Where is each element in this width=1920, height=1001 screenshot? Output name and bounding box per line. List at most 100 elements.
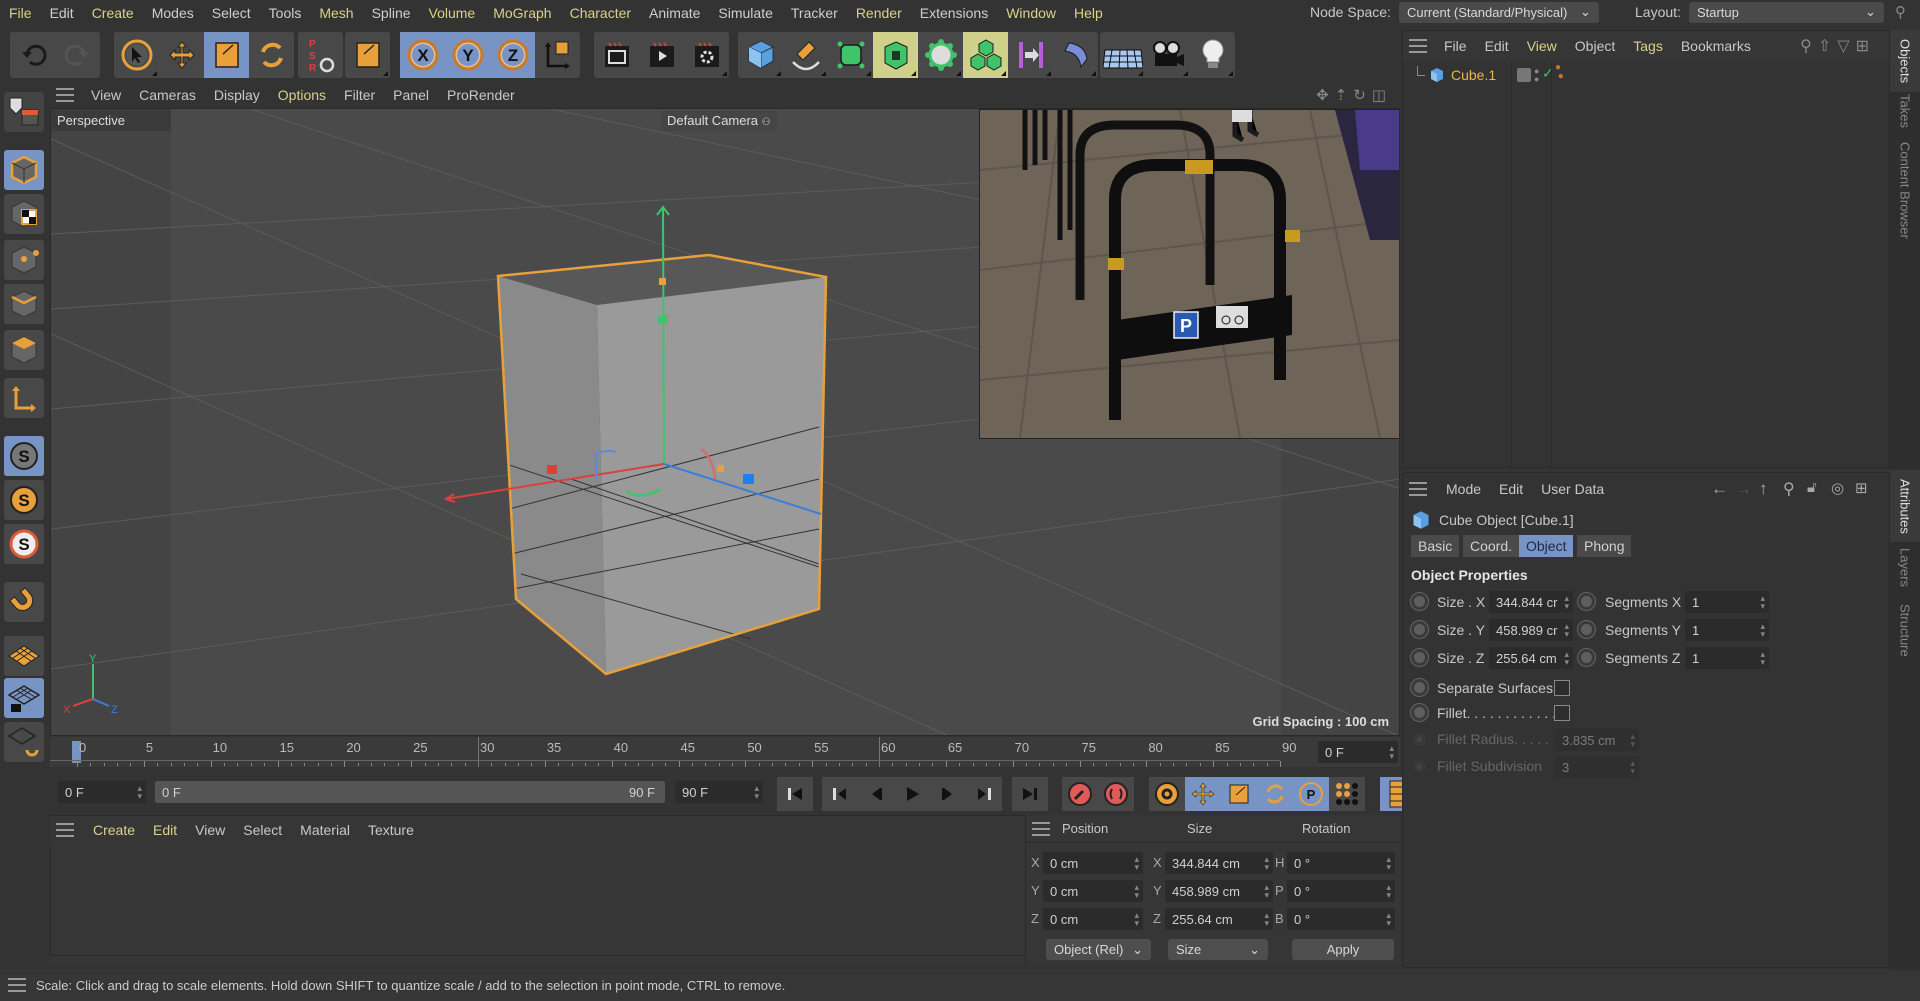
side-tab-takes[interactable]: Takes (1890, 92, 1920, 130)
animation-radio-icon[interactable] (1411, 621, 1428, 638)
spinner-icon[interactable]: ▴ ▾ (1760, 650, 1765, 667)
frame-range-slider[interactable]: 0 F 90 F (155, 781, 665, 803)
node-space-dropdown[interactable]: Current (Standard/Physical) ⌄ (1398, 1, 1599, 23)
tab-object[interactable]: Object (1519, 535, 1574, 557)
animation-radio-icon[interactable] (1578, 593, 1595, 610)
go-to-end-icon[interactable] (1012, 777, 1048, 811)
polygons-mode-icon[interactable] (4, 330, 44, 370)
viewport-menu-display[interactable]: Display (205, 87, 269, 103)
floor-icon[interactable] (1100, 32, 1145, 78)
rotation-h-field[interactable]: 0 ° ▴ ▾ (1287, 852, 1395, 874)
scale-icon[interactable] (204, 32, 249, 78)
spinner-icon[interactable]: ▴ ▾ (1264, 911, 1269, 928)
tab-coord[interactable]: Coord. (1463, 535, 1520, 557)
coordinate-system-icon[interactable] (535, 32, 580, 78)
record-active-objects-icon[interactable] (1062, 777, 1098, 811)
mograph-cloner-icon[interactable] (918, 32, 963, 78)
move-icon[interactable] (159, 32, 204, 78)
y-axis-icon[interactable]: Y (445, 32, 490, 78)
visibility-dots-icon[interactable]: ● ● (1534, 67, 1539, 84)
position-x-field[interactable]: 0 cm ▴ ▾ (1043, 852, 1143, 874)
up-arrow-icon[interactable]: ↑ (1759, 479, 1768, 499)
menu-character[interactable]: Character (561, 5, 640, 21)
render-view-icon[interactable] (594, 32, 639, 78)
attr-menu-user-data[interactable]: User Data (1532, 481, 1613, 497)
size-z-field[interactable]: 255.64 cm ▴ ▾ (1165, 908, 1273, 930)
cube-icon[interactable] (738, 32, 783, 78)
material-menu-select[interactable]: Select (234, 822, 291, 838)
play-icon[interactable] (894, 777, 930, 811)
objects-menu-object[interactable]: Object (1566, 38, 1624, 54)
objects-menu-tags[interactable]: Tags (1624, 38, 1672, 54)
pen-icon[interactable] (783, 32, 828, 78)
end-frame-field[interactable]: 90 F ▴ ▾ (675, 781, 763, 803)
start-frame-field[interactable]: 0 F ▴ ▾ (58, 781, 146, 803)
tab-phong[interactable]: Phong (1577, 535, 1632, 557)
menu-edit[interactable]: Edit (41, 5, 83, 21)
material-tag-icon[interactable]: ● ● (1555, 63, 1564, 82)
target-icon[interactable]: ◎ (1831, 479, 1844, 497)
current-frame-field[interactable]: 0 F ▴ ▾ (1318, 741, 1398, 763)
spinner-icon[interactable]: ▴ ▾ (1134, 883, 1139, 900)
rotation-b-field[interactable]: 0 ° ▴ ▾ (1287, 908, 1395, 930)
new-panel-icon[interactable]: ⊞ (1855, 479, 1868, 497)
solo-hierarchy-icon[interactable]: S (4, 524, 44, 564)
size-mode-dropdown[interactable]: Size ⌄ (1168, 939, 1268, 960)
position-y-field[interactable]: 0 cm ▴ ▾ (1043, 880, 1143, 902)
hamburger-icon[interactable] (1409, 482, 1427, 496)
menu-tools[interactable]: Tools (260, 5, 311, 21)
menu-help[interactable]: Help (1065, 5, 1112, 21)
tab-basic[interactable]: Basic (1411, 535, 1460, 557)
snap-icon[interactable] (4, 582, 44, 622)
menu-window[interactable]: Window (997, 5, 1065, 21)
animation-radio-icon[interactable] (1578, 621, 1595, 638)
search-icon[interactable]: ⚲ (1783, 479, 1795, 499)
solo-off-icon[interactable]: S (4, 436, 44, 476)
light-icon[interactable] (1190, 32, 1235, 78)
segments-y-field[interactable]: 1 ▴ ▾ (1685, 619, 1769, 641)
extrude-icon[interactable] (873, 32, 918, 78)
spinner-icon[interactable]: ▴ ▾ (1389, 744, 1394, 761)
position-z-field[interactable]: 0 cm ▴ ▾ (1043, 908, 1143, 930)
material-list-area[interactable] (50, 844, 1025, 956)
render-settings-icon[interactable] (684, 32, 729, 78)
segments-x-field[interactable]: 1 ▴ ▾ (1685, 591, 1769, 613)
viewport-menu-panel[interactable]: Panel (384, 87, 438, 103)
spinner-icon[interactable]: ▴ ▾ (1760, 594, 1765, 611)
spinner-icon[interactable]: ▴ ▾ (1134, 855, 1139, 872)
rotation-p-field[interactable]: 0 ° ▴ ▾ (1287, 880, 1395, 902)
spinner-icon[interactable]: ▴ ▾ (1264, 883, 1269, 900)
go-to-start-icon[interactable] (777, 777, 813, 811)
material-menu-create[interactable]: Create (84, 822, 144, 838)
x-axis-icon[interactable]: X (400, 32, 445, 78)
menu-file[interactable]: File (0, 5, 41, 21)
spinner-icon[interactable]: ▴ ▾ (1386, 855, 1391, 872)
psr-icon[interactable]: PSR (298, 32, 343, 78)
previous-keyframe-icon[interactable] (822, 777, 858, 811)
objects-menu-view[interactable]: View (1518, 38, 1566, 54)
key-position-icon[interactable] (1185, 777, 1221, 811)
animation-radio-icon[interactable] (1411, 679, 1428, 696)
spinner-icon[interactable]: ▴ ▾ (1564, 594, 1569, 611)
edges-mode-icon[interactable] (4, 284, 44, 324)
menu-simulate[interactable]: Simulate (709, 5, 781, 21)
rotate-icon[interactable] (249, 32, 294, 78)
side-tab-attributes[interactable]: Attributes (1890, 470, 1920, 542)
viewport-menu-options[interactable]: Options (269, 87, 335, 103)
coordinate-mode-dropdown[interactable]: Object (Rel) ⌄ (1046, 939, 1151, 960)
spinner-icon[interactable]: ▴ ▾ (1386, 883, 1391, 900)
menu-volume[interactable]: Volume (420, 5, 485, 21)
size-x-field[interactable]: 344.844 cm ▴ ▾ (1165, 852, 1273, 874)
menu-mograph[interactable]: MoGraph (484, 5, 560, 21)
z-axis-icon[interactable]: Z (490, 32, 535, 78)
select-icon[interactable] (114, 32, 159, 78)
menu-spline[interactable]: Spline (363, 5, 420, 21)
viewport-menu-prorender[interactable]: ProRender (438, 87, 524, 103)
viewport-menu-cameras[interactable]: Cameras (130, 87, 205, 103)
points-mode-icon[interactable] (4, 240, 44, 280)
side-tab-content-browser[interactable]: Content Browser (1890, 130, 1920, 250)
segments-z-field[interactable]: 1 ▴ ▾ (1685, 647, 1769, 669)
previous-frame-icon[interactable] (858, 777, 894, 811)
subdivision-icon[interactable] (828, 32, 873, 78)
spinner-icon[interactable]: ▴ ▾ (1760, 622, 1765, 639)
